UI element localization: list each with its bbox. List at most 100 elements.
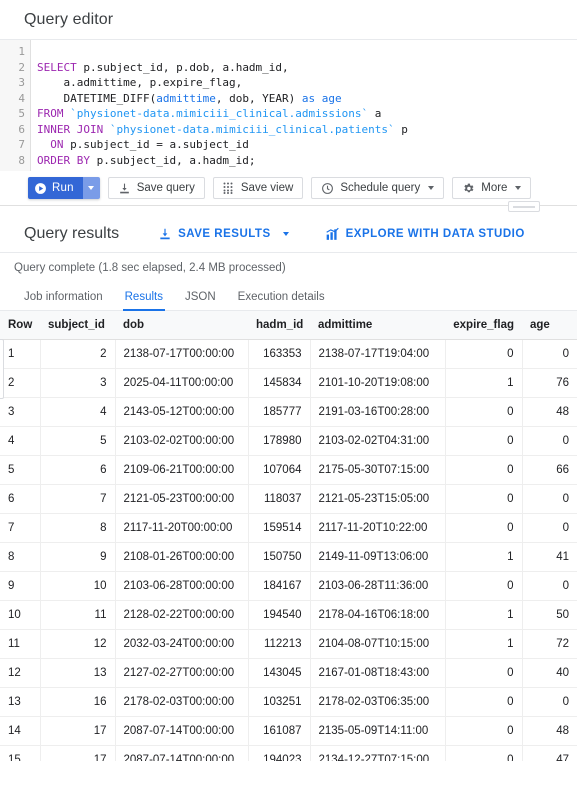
cell-expire_flag: 0 — [445, 745, 523, 761]
table-row[interactable]: 14 17 2087-07-14T00:00:00 161087 2135-05-09T… — [0, 716, 577, 746]
results-tabs: Job information Results JSON Execution deta… — [0, 284, 577, 311]
cell-admittime: 2175-05-30T07:15:00 — [310, 455, 446, 485]
cell-Row: 15 — [0, 745, 41, 761]
table-row[interactable]: 10 11 2128-02-22T00:00:00 194540 2178-04-16T… — [0, 600, 577, 630]
cell-admittime: 2104-08-07T10:15:00 — [310, 629, 446, 659]
run-button[interactable]: Run — [28, 177, 83, 199]
cell-admittime: 2191-03-16T00:28:00 — [310, 397, 446, 427]
cell-hadm_id: 194540 — [248, 600, 311, 630]
cell-expire_flag: 0 — [445, 571, 523, 601]
code-token-plain: p.subject_id, p.dob, a.hadm_id, — [76, 60, 289, 74]
code-line[interactable]: SELECT p.subject_id, p.dob, a.hadm_id, — [37, 60, 577, 76]
table-row[interactable]: 15 17 2087-07-14T00:00:00 194023 2134-12-27T… — [0, 745, 577, 761]
table-row[interactable]: 8 9 2108-01-26T00:00:00 150750 2149-11-09T13… — [0, 542, 577, 572]
cell-hadm_id: 143045 — [248, 658, 311, 688]
column-header-hadm_id[interactable]: hadm_id — [248, 311, 310, 340]
table-row[interactable]: 11 12 2032-03-24T00:00:00 112213 2104-08-07T… — [0, 629, 577, 659]
cell-dob: 2103-02-02T00:00:00 — [115, 426, 249, 456]
column-header-admittime[interactable]: admittime — [310, 311, 445, 340]
code-line[interactable]: ORDER BY p.subject_id, a.hadm_id; — [37, 153, 577, 169]
code-line[interactable]: DATETIME_DIFF(admittime, dob, YEAR) as a… — [37, 91, 577, 107]
more-button[interactable]: More — [452, 177, 532, 199]
table-row[interactable]: 2 3 2025-04-11T00:00:00 145834 2101-10-20T19… — [0, 368, 577, 398]
cell-hadm_id: 107064 — [248, 455, 311, 485]
cell-expire_flag: 0 — [445, 513, 523, 543]
results-table-container[interactable]: Row subject_id dob hadm_id admittime expire_f… — [0, 311, 577, 761]
cell-subject_id: 7 — [40, 484, 116, 514]
schedule-query-button[interactable]: Schedule query — [311, 177, 445, 199]
cell-expire_flag: 0 — [445, 687, 523, 717]
cell-dob: 2143-05-12T00:00:00 — [115, 397, 249, 427]
save-results-button[interactable]: SAVE RESULTS — [158, 227, 289, 241]
panel-resize-handle[interactable] — [508, 201, 540, 212]
cell-age: 0 — [522, 339, 577, 369]
cell-Row: 12 — [0, 658, 41, 688]
line-number: 6 — [18, 122, 25, 136]
table-row[interactable]: 7 8 2117-11-20T00:00:00 159514 2117-11-20T10… — [0, 513, 577, 543]
cell-age: 47 — [522, 745, 577, 761]
table-row[interactable]: 9 10 2103-06-28T00:00:00 184167 2103-06-28T1… — [0, 571, 577, 601]
save-query-button[interactable]: Save query — [107, 177, 205, 199]
cell-subject_id: 9 — [40, 542, 116, 572]
cell-expire_flag: 0 — [445, 455, 523, 485]
column-header-dob[interactable]: dob — [115, 311, 248, 340]
line-number: 7 — [18, 138, 25, 151]
vertical-scroll-rail[interactable] — [0, 339, 4, 399]
cell-subject_id: 4 — [40, 397, 116, 427]
code-line[interactable] — [37, 44, 577, 60]
results-table-header-row: Row subject_id dob hadm_id admittime expire_f… — [0, 311, 577, 340]
code-line[interactable]: a.admittime, p.expire_flag, — [37, 75, 577, 91]
line-number-gutter: 1 2 3 4 5 6 7 8 — [0, 40, 31, 171]
cell-hadm_id: 150750 — [248, 542, 311, 572]
tab-results[interactable]: Results — [114, 291, 174, 311]
column-header-age[interactable]: age — [522, 311, 577, 340]
code-line[interactable]: FROM `physionet-data.mimiciii_clinical.a… — [37, 106, 577, 122]
code-token-plain: p.subject_id = a.subject_id — [63, 138, 249, 151]
cell-admittime: 2178-04-16T06:18:00 — [310, 600, 446, 630]
table-row[interactable]: 6 7 2121-05-23T00:00:00 118037 2121-05-23T15… — [0, 484, 577, 514]
table-row[interactable]: 1 2 2138-07-17T00:00:00 163353 2138-07-17T19… — [0, 339, 577, 369]
tab-job-information[interactable]: Job information — [13, 291, 114, 310]
tab-json[interactable]: JSON — [174, 291, 227, 310]
table-row[interactable]: 3 4 2143-05-12T00:00:00 185777 2191-03-16T00… — [0, 397, 577, 427]
sql-code-lines[interactable]: SELECT p.subject_id, p.dob, a.hadm_id, a… — [31, 40, 577, 171]
panel-splitter — [0, 201, 577, 215]
download-icon — [158, 227, 172, 241]
cell-age: 41 — [522, 542, 577, 572]
run-dropdown-button[interactable] — [82, 177, 100, 199]
table-row[interactable]: 13 16 2178-02-03T00:00:00 103251 2178-02-03T… — [0, 687, 577, 717]
explore-with-data-studio-button[interactable]: EXPLORE WITH DATA STUDIO — [325, 227, 525, 241]
tab-execution-details[interactable]: Execution details — [227, 291, 336, 310]
cell-Row: 4 — [0, 426, 41, 456]
code-line[interactable]: INNER JOIN `physionet-data.mimiciii_clin… — [37, 122, 577, 138]
column-header-subject_id[interactable]: subject_id — [40, 311, 115, 340]
run-button-group[interactable]: Run — [28, 177, 100, 199]
cell-dob: 2127-02-27T00:00:00 — [115, 658, 249, 688]
cell-admittime: 2117-11-20T10:22:00 — [310, 513, 446, 543]
cell-Row: 1 — [0, 339, 41, 369]
table-row[interactable]: 5 6 2109-06-21T00:00:00 107064 2175-05-30T07… — [0, 455, 577, 485]
query-results-header: Query results SAVE RESULTS EXPLORE WITH … — [0, 215, 577, 252]
cell-subject_id: 6 — [40, 455, 116, 485]
cell-Row: 7 — [0, 513, 41, 543]
code-line[interactable]: ON p.subject_id = a.subject_id — [37, 137, 577, 153]
code-token-plain: p — [394, 122, 408, 136]
cell-admittime: 2103-06-28T11:36:00 — [310, 571, 446, 601]
cell-hadm_id: 163353 — [248, 339, 311, 369]
cell-expire_flag: 0 — [445, 426, 523, 456]
column-header-Row[interactable]: Row — [0, 311, 40, 340]
query-editor-header: Query editor — [0, 0, 577, 39]
cell-dob: 2108-01-26T00:00:00 — [115, 542, 249, 572]
code-token-plain: p.subject_id, a.hadm_id; — [89, 153, 256, 167]
clock-icon — [321, 182, 334, 195]
query-results-title: Query results — [24, 224, 120, 242]
table-row[interactable]: 4 5 2103-02-02T00:00:00 178980 2103-02-02T04… — [0, 426, 577, 456]
cell-age: 48 — [522, 397, 577, 427]
cell-subject_id: 5 — [40, 426, 116, 456]
save-view-button[interactable]: Save view — [212, 177, 304, 199]
table-row[interactable]: 12 13 2127-02-27T00:00:00 143045 2167-01-08T… — [0, 658, 577, 688]
column-header-expire_flag[interactable]: expire_flag — [445, 311, 522, 340]
sql-code-editor[interactable]: 1 2 3 4 5 6 7 8 SELECT p.subject_id, p.dob, a.h… — [0, 39, 577, 171]
cell-age: 0 — [522, 484, 577, 514]
